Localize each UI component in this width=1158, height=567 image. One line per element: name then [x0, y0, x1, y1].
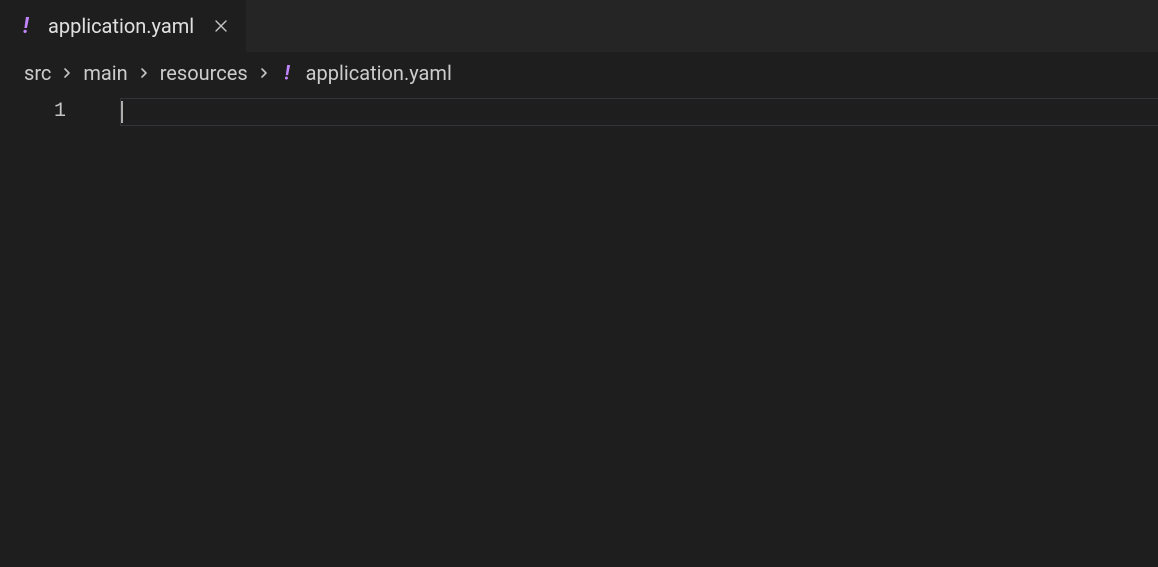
- breadcrumb-file[interactable]: ! application.yaml: [280, 61, 452, 85]
- breadcrumb: src main resources ! application.yaml: [0, 52, 1158, 92]
- editor-tab[interactable]: ! application.yaml: [0, 0, 247, 52]
- current-line-highlight: [120, 98, 1158, 126]
- yaml-file-icon: !: [280, 64, 298, 82]
- chevron-right-icon: [59, 65, 75, 81]
- code-content[interactable]: [92, 92, 1158, 567]
- line-gutter: 1: [0, 92, 92, 567]
- editor-area[interactable]: 1: [0, 92, 1158, 567]
- breadcrumb-file-label: application.yaml: [306, 61, 452, 85]
- tab-label: application.yaml: [48, 14, 194, 38]
- svg-text:!: !: [284, 63, 290, 83]
- chevron-right-icon: [136, 65, 152, 81]
- yaml-file-icon: !: [18, 16, 38, 36]
- close-icon[interactable]: [210, 15, 232, 37]
- tab-bar: ! application.yaml: [0, 0, 1158, 52]
- text-cursor: [121, 101, 123, 123]
- chevron-right-icon: [256, 65, 272, 81]
- breadcrumb-segment[interactable]: src: [24, 61, 51, 85]
- breadcrumb-segment[interactable]: main: [83, 61, 127, 85]
- line-number: 1: [0, 98, 66, 126]
- code-line[interactable]: [92, 98, 1158, 126]
- svg-text:!: !: [23, 15, 30, 37]
- breadcrumb-segment[interactable]: resources: [160, 61, 248, 85]
